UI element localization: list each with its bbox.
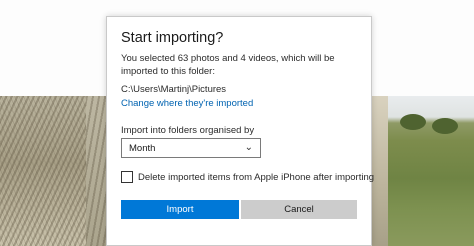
dialog-title: Start importing? <box>121 30 224 46</box>
folders-organisation-select[interactable]: Month ⌄ <box>121 138 261 158</box>
tree-shape <box>432 118 458 134</box>
change-location-link[interactable]: Change where they're imported <box>121 98 253 109</box>
delete-after-import-checkbox[interactable] <box>121 171 133 183</box>
import-dialog: Start importing? You selected 63 photos … <box>106 16 374 246</box>
folders-label: Import into folders organised by <box>121 125 255 136</box>
select-value: Month <box>129 143 156 154</box>
dialog-message: You selected 63 photos and 4 videos, whi… <box>121 53 335 77</box>
delete-after-import-label[interactable]: Delete imported items from Apple iPhone … <box>138 172 374 183</box>
tree-shape <box>400 114 426 130</box>
chevron-down-icon: ⌄ <box>244 142 253 153</box>
background-photo-landscape <box>388 96 474 246</box>
import-button[interactable]: Import <box>121 200 239 219</box>
folder-path: C:\Users\Martinj\Pictures <box>121 84 227 95</box>
cancel-button[interactable]: Cancel <box>241 200 357 219</box>
